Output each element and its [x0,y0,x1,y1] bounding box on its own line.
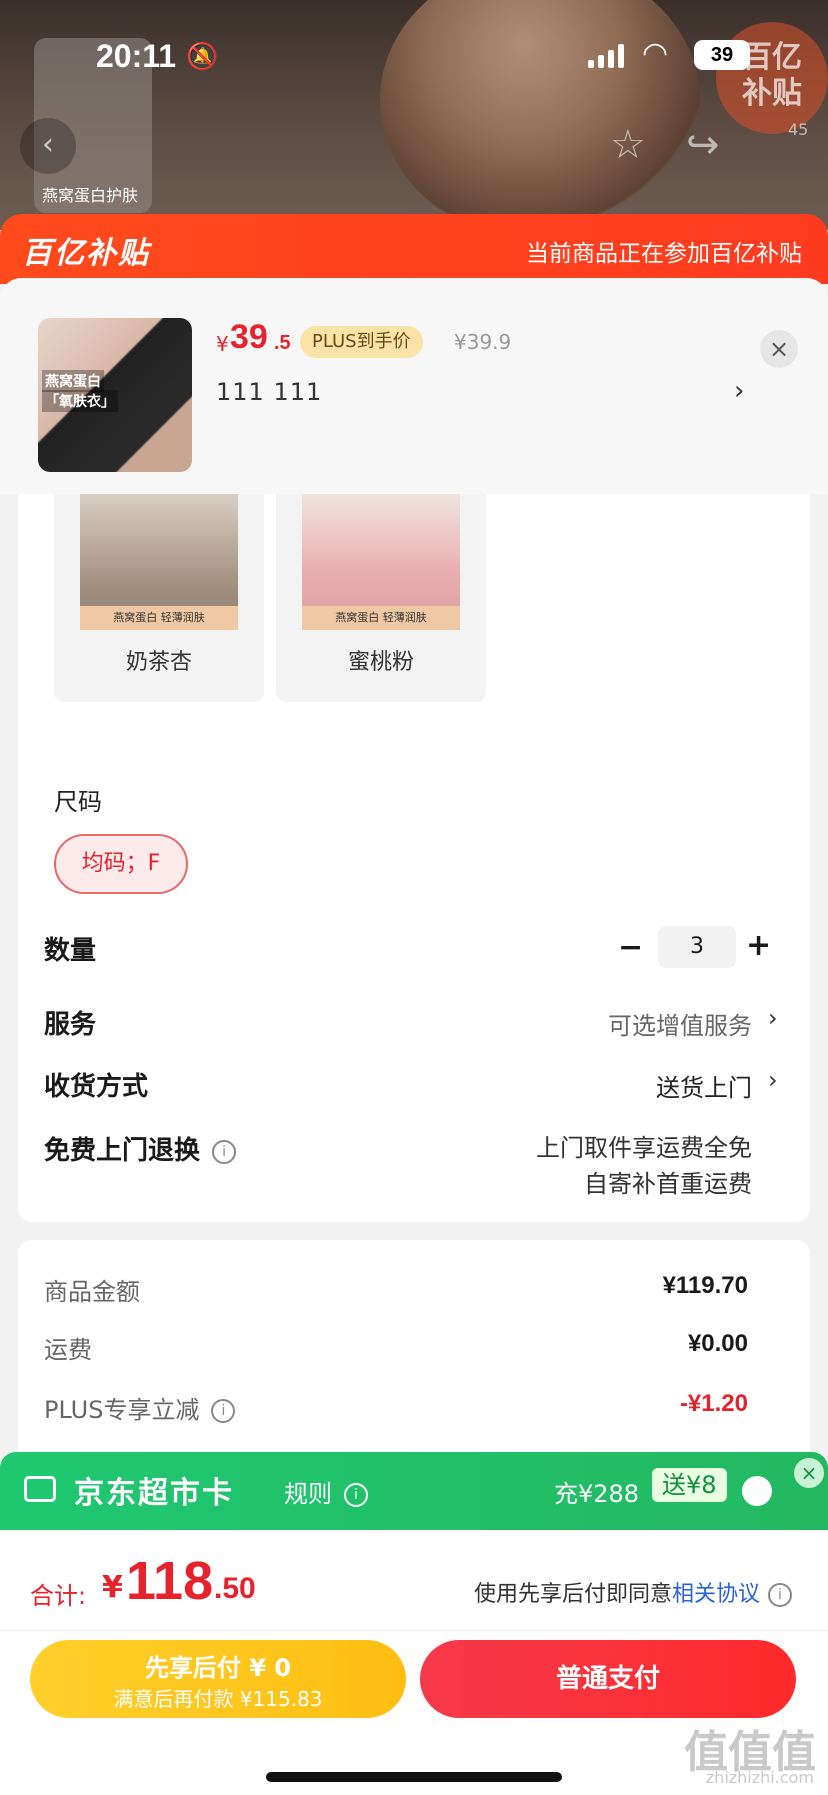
info-icon[interactable]: i [211,1399,236,1423]
info-icon[interactable]: i [344,1483,368,1507]
color-option-strip: 燕窝蛋白 轻薄润肤 [302,606,460,630]
thumbnail-label: 燕窝蛋白护肤 [42,186,139,205]
normal-pay-button[interactable]: 普通支付 [420,1640,796,1718]
items-amount-label: 商品金额 [44,1278,140,1306]
supermarket-card-bar[interactable]: 京东超市卡 规则 i 充¥288 送¥8 × [0,1452,828,1530]
agreement-prefix: 使用先享后付即同意 [473,1582,672,1607]
battery-icon: 39 [694,40,750,70]
gift-amount-badge: 送¥8 [652,1468,727,1502]
service-value[interactable]: 可选增值服务 [608,1006,752,1041]
return-policy-line: 自寄补首重运费 [584,1170,752,1198]
chevron-right-icon[interactable]: › [768,1004,778,1032]
pay-later-button[interactable]: 先享后付 ¥ 0 满意后再付款 ¥115.83 [30,1640,406,1718]
total-label: 合计: [30,1582,87,1610]
color-option-strip: 燕窝蛋白 轻薄润肤 [80,606,238,630]
agreement-link[interactable]: 相关协议 [672,1582,760,1607]
plus-price-tag: PLUS到手价 [300,326,423,358]
wifi-icon: ◠ [642,36,669,71]
free-return-label: 免费上门退换 i [44,1130,237,1167]
price-decimal: .5 [274,332,291,354]
shipping-label: 运费 [44,1336,92,1364]
subsidy-note: 当前商品正在参加百亿补贴 [526,241,802,267]
color-option-label: 奶茶杏 [125,650,192,675]
supermarket-card-title: 京东超市卡 [74,1476,234,1511]
delivery-value[interactable]: 送货上门 [656,1068,752,1103]
product-image-text: 燕窝蛋白 [42,370,104,392]
size-option-selected[interactable]: 均码；F [54,834,188,894]
product-image[interactable]: 燕窝蛋白 「氧肤衣」 [38,318,192,472]
quantity-label: 数量 [44,936,97,966]
quantity-minus-button[interactable]: − [618,930,643,965]
plus-discount-value: -¥1.20 [679,1390,748,1417]
card-icon [24,1476,56,1502]
shipping-value: ¥0.00 [687,1330,748,1357]
items-amount-value: ¥119.70 [662,1272,748,1299]
chevron-right-icon[interactable]: › [768,1066,778,1094]
info-icon[interactable]: i [212,1139,237,1164]
subsidy-count: 45 [788,120,809,139]
silent-bell-icon: 🔕 [186,42,219,72]
color-option-peach-pink[interactable]: 燕窝蛋白 轻薄润肤 蜜桃粉 [276,494,486,702]
status-bar: 20:11 🔕 ◠ 39 [0,0,828,110]
product-image-text: 「氧肤衣」 [42,390,118,412]
pay-later-line1: 先享后付 ¥ 0 [144,1654,292,1682]
price-currency: ¥ [216,332,229,356]
recharge-amount: 充¥288 [554,1480,640,1508]
back-arrow-icon[interactable]: ‹ [20,118,76,174]
color-option-milk-tea[interactable]: 燕窝蛋白 轻薄润肤 奶茶杏 [54,494,264,702]
subsidy-banner: 百亿补贴 当前商品正在参加百亿补贴 [0,214,828,284]
plus-discount-label: PLUS专享立减 i [44,1390,236,1425]
rule-link[interactable]: 规则 i [284,1474,368,1509]
plus-discount-text: PLUS专享立减 [44,1396,200,1424]
info-icon[interactable]: i [768,1583,792,1607]
original-price: ¥39.9 [454,330,512,354]
agreement-text: 使用先享后付即同意相关协议 i [474,1576,792,1608]
selected-spec[interactable]: 111 111 [216,378,322,406]
rule-text: 规则 [284,1480,332,1508]
total-decimal: .50 [214,1572,256,1605]
color-option-label: 蜜桃粉 [347,650,414,675]
delivery-label: 收货方式 [44,1072,149,1102]
total-integer: 118 [126,1551,214,1611]
free-return-text: 免费上门退换 [44,1136,201,1166]
home-indicator[interactable] [266,1772,562,1782]
close-icon[interactable]: × [794,1458,824,1488]
divider [0,1630,828,1631]
chevron-right-icon[interactable]: › [734,376,744,406]
share-icon[interactable]: ↪ [686,122,720,168]
favorite-star-icon[interactable]: ☆ [610,122,646,168]
status-time: 20:11 [96,38,177,74]
service-label: 服务 [44,1010,97,1040]
return-policy-line: 上门取件享运费全免 [536,1134,752,1162]
pay-later-line2: 满意后再付款 ¥115.83 [113,1687,323,1711]
total-currency: ¥ [102,1570,123,1605]
cellular-signal-icon [588,44,624,68]
close-icon[interactable]: × [760,330,798,368]
subsidy-logo: 百亿补贴 [22,236,150,271]
price-integer: 39 [230,318,268,356]
supermarket-card-radio[interactable] [742,1476,772,1506]
quantity-input[interactable]: 3 [658,926,736,968]
size-title: 尺码 [54,788,102,816]
watermark-url: zhizhizhi.com [705,1768,814,1787]
quantity-plus-button[interactable]: + [746,928,771,963]
